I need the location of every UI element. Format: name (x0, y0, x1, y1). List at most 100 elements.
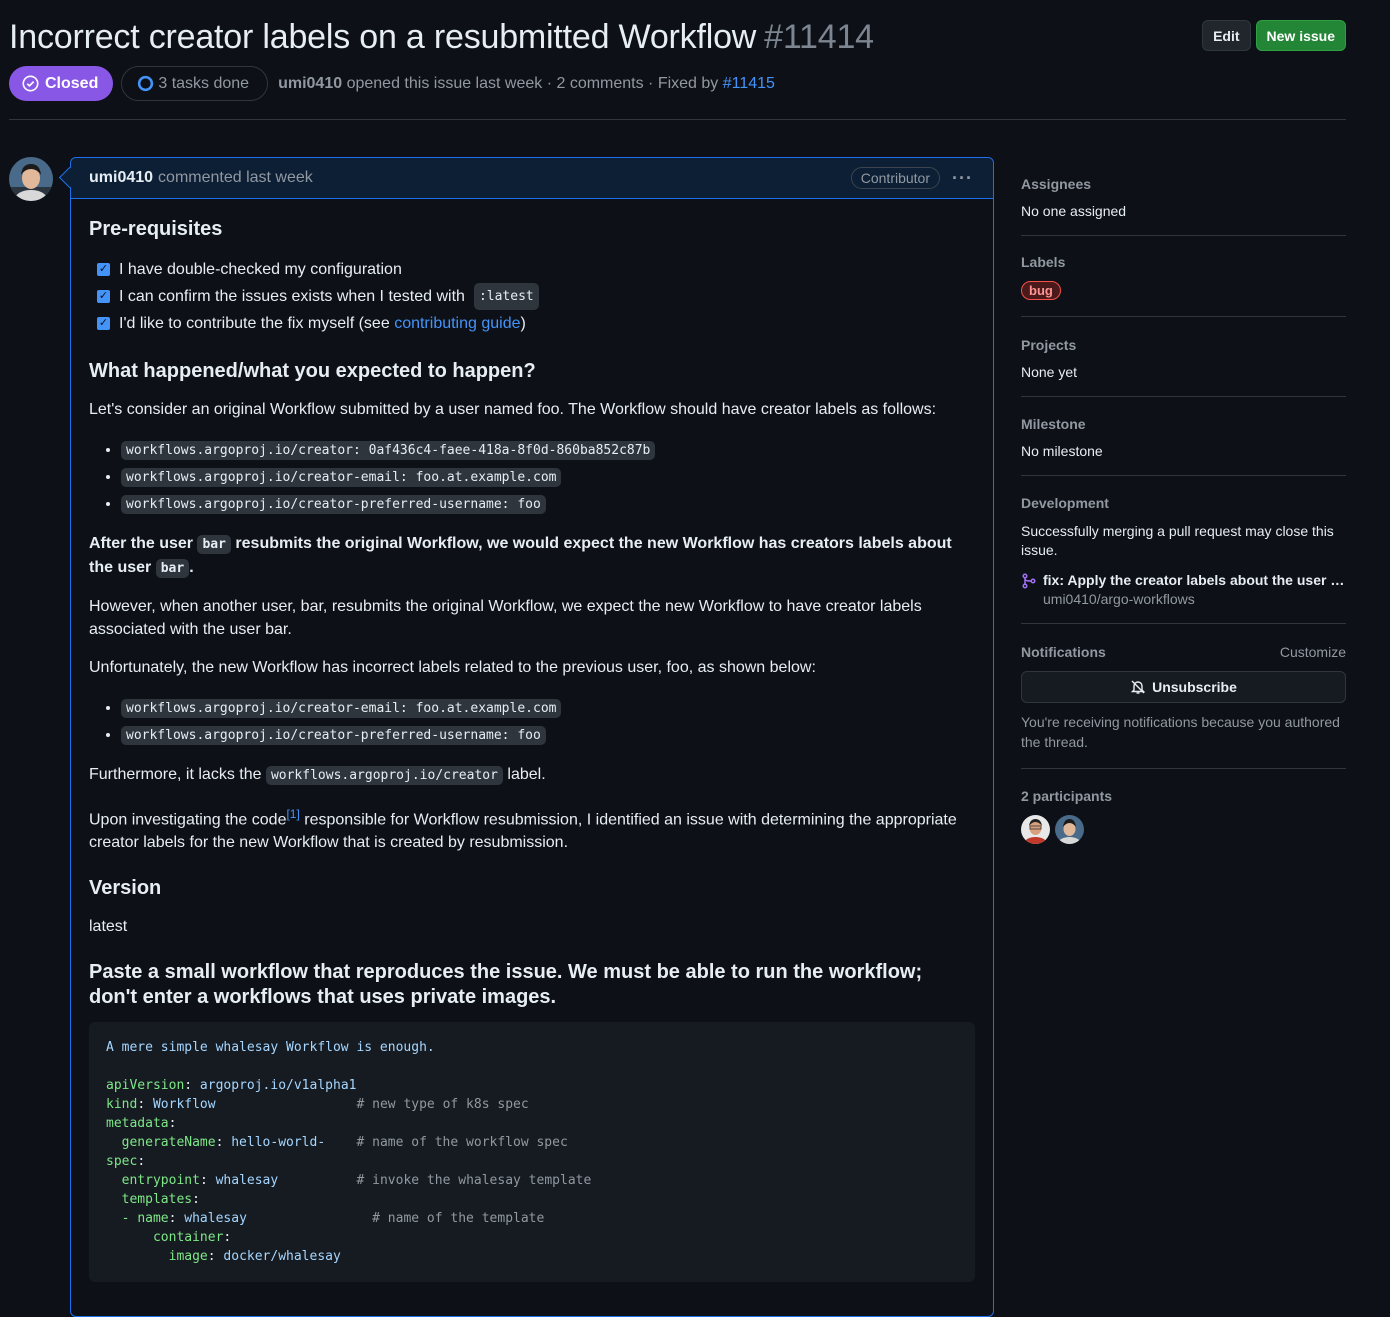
footnote-link[interactable]: [1] (286, 807, 299, 821)
labels-list-expected: workflows.argoproj.io/creator: 0af436c4-… (89, 436, 975, 517)
participant-avatar[interactable] (1055, 815, 1084, 844)
paragraph: However, when another user, bar, resubmi… (89, 598, 922, 638)
issue-comment: umi0410 commented last week Contributor … (70, 157, 994, 1317)
customize-link[interactable]: Customize (1280, 644, 1346, 660)
participants-section: 2 participants (1021, 769, 1346, 860)
projects-title[interactable]: Projects (1021, 337, 1346, 353)
code-line: container: (152, 1230, 232, 1246)
kebab-menu-icon[interactable]: ··· (952, 168, 973, 189)
tasks-label: 3 tasks done (158, 74, 250, 92)
assignees-title[interactable]: Assignees (1021, 176, 1346, 192)
paragraph: Let's consider an original Workflow subm… (89, 401, 937, 418)
list-item: workflows.argoproj.io/creator: 0af436c4-… (121, 436, 975, 463)
tasks-badge[interactable]: 3 tasks done (121, 66, 269, 101)
participants-title: 2 participants (1021, 788, 1113, 804)
task-text: I can confirm the issues exists when I t… (119, 288, 465, 305)
issue-sidebar: Assignees No one assigned Labels bug Pro… (1021, 166, 1348, 860)
code-line: spec: (106, 1154, 146, 1170)
version-value: latest (89, 918, 128, 936)
avatar[interactable] (9, 157, 53, 201)
progress-circle-icon (138, 75, 154, 92)
task-text-close: ) (520, 315, 526, 332)
participant-avatar[interactable] (1021, 815, 1050, 844)
labels-title[interactable]: Labels (1021, 254, 1346, 270)
paragraph-text: Furthermore, it lacks the (89, 766, 262, 783)
bug-label[interactable]: bug (1021, 281, 1061, 300)
code-block[interactable]: A mere simple whalesay Workflow is enoug… (89, 1022, 975, 1283)
new-issue-button[interactable]: New issue (1255, 20, 1346, 51)
inline-code: workflows.argoproj.io/creator-preferred-… (121, 726, 546, 745)
opened-text: opened this issue last week · 2 comments… (346, 74, 719, 92)
issue-number: #11414 (764, 18, 874, 56)
checkbox-checked[interactable]: ✓ (97, 317, 110, 330)
assignees-value: No one assigned (1021, 203, 1127, 219)
title-row: Incorrect creator labels on a resubmitte… (9, 14, 1346, 60)
unsubscribe-button[interactable]: Unsubscribe (1021, 671, 1346, 703)
code-line: templates: (121, 1192, 200, 1208)
checkbox-checked[interactable]: ✓ (97, 290, 110, 303)
code-line: - name: whalesay # name of the template (121, 1211, 545, 1227)
inline-code: workflows.argoproj.io/creator-preferred-… (121, 495, 546, 514)
pull-request-icon (1022, 573, 1036, 589)
pr-repo[interactable]: umi0410/argo-workflows (1043, 591, 1348, 607)
code-line: image: docker/whalesay (168, 1249, 341, 1265)
fixed-by-link[interactable]: #11415 (723, 75, 775, 92)
projects-value: None yet (1021, 364, 1078, 380)
checkbox-checked[interactable]: ✓ (97, 263, 110, 276)
header-divider (9, 119, 1346, 120)
heading-version: Version (89, 877, 162, 900)
labels-list-actual: workflows.argoproj.io/creator-email: foo… (89, 694, 975, 748)
linked-pull-request[interactable]: fix: Apply the creator labels about the … (1021, 572, 1348, 607)
notifications-title: Notifications Customize (1021, 644, 1346, 660)
code-intro: A mere simple whalesay Workflow is enoug… (106, 1040, 435, 1056)
contributor-badge: Contributor (850, 167, 941, 189)
comment-author[interactable]: umi0410 (89, 169, 153, 187)
bold-paragraph: After the user bar resubmits the origina… (89, 532, 975, 580)
milestone-title[interactable]: Milestone (1021, 416, 1346, 432)
task-text: I have double-checked my configuration (119, 261, 402, 278)
task-item: ✓ I can confirm the issues exists when I… (97, 283, 975, 310)
opened-info: umi0410 opened this issue last week · 2 … (278, 75, 775, 93)
state-badge: Closed (9, 66, 114, 101)
participants-list (1021, 815, 1346, 844)
pr-title[interactable]: fix: Apply the creator labels about the … (1043, 572, 1348, 588)
code-line: metadata: (106, 1116, 177, 1132)
edit-button[interactable]: Edit (1202, 20, 1251, 51)
development-title[interactable]: Development (1021, 495, 1346, 511)
issue-title-text: Incorrect creator labels on a resubmitte… (9, 18, 757, 56)
notification-reason: You're receiving notifications because y… (1021, 714, 1340, 750)
state-label: Closed (45, 74, 99, 92)
comment-header: umi0410 commented last week Contributor … (71, 158, 993, 199)
header-actions: Edit New issue (1202, 20, 1346, 51)
bell-slash-icon (1130, 680, 1146, 694)
issue-meta: Closed 3 tasks done umi0410 opened this … (9, 66, 1346, 101)
inline-code: workflows.argoproj.io/creator: 0af436c4-… (121, 441, 656, 460)
check-circle-icon (22, 75, 39, 92)
comment-body: Pre-requisites ✓ I have double-checked m… (71, 199, 993, 1283)
code-line: entrypoint: whalesay # invoke the whales… (121, 1173, 592, 1189)
heading-prereq: Pre-requisites (89, 218, 223, 240)
inline-code: :latest (473, 283, 539, 310)
development-description: Successfully merging a pull request may … (1021, 523, 1334, 558)
heading-paste-workflow: Paste a small workflow that reproduces t… (89, 961, 923, 1009)
issue-author-link[interactable]: umi0410 (278, 75, 342, 92)
comment-timestamp[interactable]: commented last week (158, 169, 313, 187)
heading-what-happened: What happened/what you expected to happe… (89, 360, 536, 382)
paragraph-text: label. (507, 766, 546, 783)
inline-code: workflows.argoproj.io/creator-email: foo… (121, 699, 562, 718)
bold-text: . (189, 559, 194, 576)
milestone-value: No milestone (1021, 443, 1103, 459)
inline-code: bar (155, 559, 190, 578)
inline-code: workflows.argoproj.io/creator-email: foo… (121, 468, 562, 487)
task-text: I'd like to contribute the fix myself (s… (119, 315, 390, 332)
contributing-guide-link[interactable]: contributing guide (394, 315, 520, 332)
task-item: ✓ I have double-checked my configuration (97, 256, 975, 283)
paragraph-text: Upon investigating the code (89, 811, 287, 829)
task-list: ✓ I have double-checked my configuration… (97, 256, 975, 337)
projects-section: Projects None yet (1021, 317, 1346, 397)
milestone-section: Milestone No milestone (1021, 397, 1346, 476)
issue-header: Incorrect creator labels on a resubmitte… (9, 14, 1346, 101)
development-section: Development Successfully merging a pull … (1021, 476, 1348, 624)
code-line: generateName: hello-world- # name of the… (121, 1135, 568, 1151)
code-line: kind: Workflow # new type of k8s spec (106, 1097, 529, 1113)
